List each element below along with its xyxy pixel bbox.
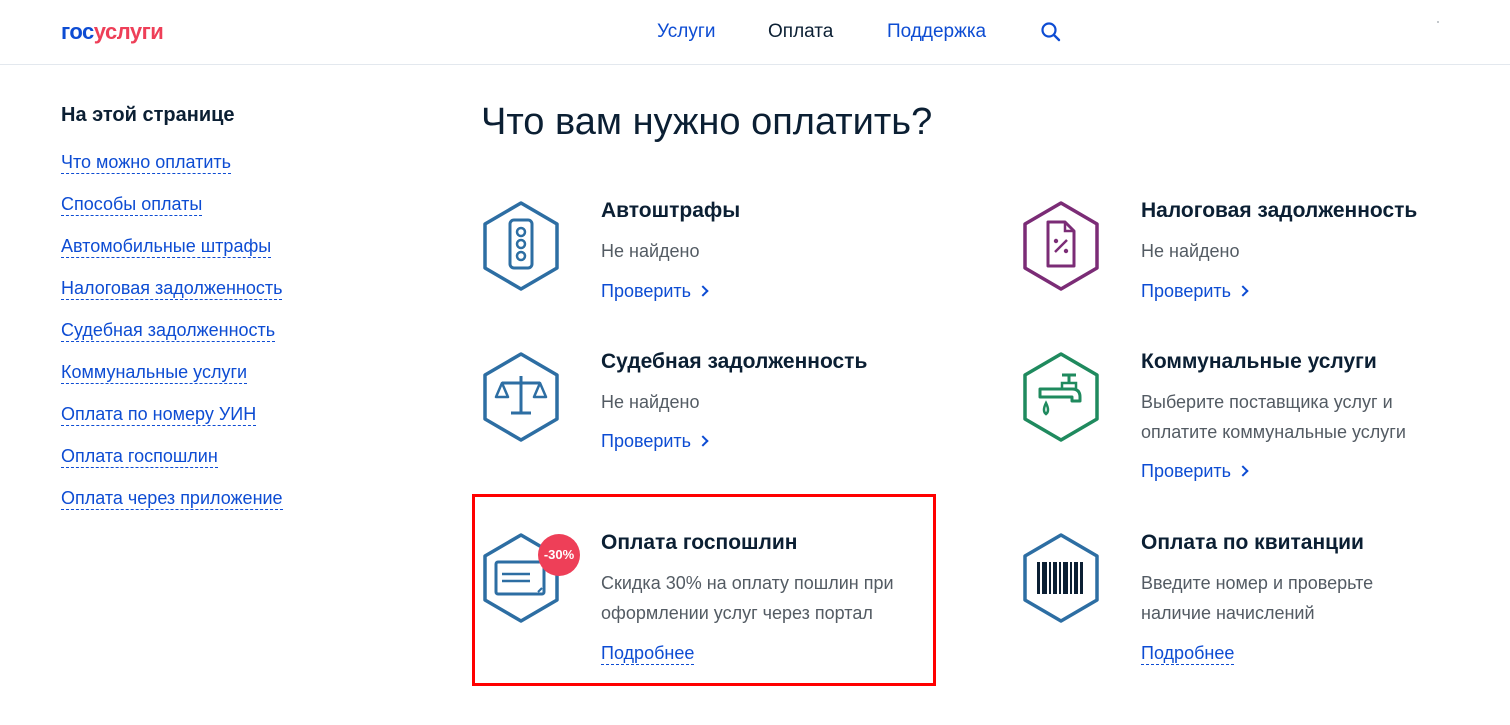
card-status-tax-debt: Не найдено bbox=[1141, 241, 1240, 261]
chevron-right-icon bbox=[1237, 285, 1249, 297]
sidebar-link-app-payment[interactable]: Оплата через приложение bbox=[61, 487, 283, 510]
sidebar-link-payment-methods[interactable]: Способы оплаты bbox=[61, 193, 203, 216]
check-tax-debt-link[interactable]: Проверить bbox=[1141, 281, 1249, 302]
card-desc-utilities-line1: Выберите поставщика услуг и bbox=[1141, 392, 1393, 412]
card-title-utilities: Коммунальные услуги bbox=[1141, 350, 1377, 373]
check-link-label: Проверить bbox=[601, 281, 692, 301]
card-title-tax-debt: Налоговая задолженность bbox=[1141, 199, 1418, 222]
check-court-debt-link[interactable]: Проверить bbox=[601, 431, 709, 452]
scales-icon bbox=[483, 352, 559, 442]
header: госуслуги Услуги Оплата Поддержка bbox=[0, 0, 1510, 65]
sidebar-link-uin-payment[interactable]: Оплата по номеру УИН bbox=[61, 403, 257, 426]
card-status-court-debt: Не найдено bbox=[601, 392, 700, 412]
chevron-right-icon bbox=[1237, 465, 1249, 477]
check-link-label: Проверить bbox=[1141, 281, 1232, 301]
card-title-state-fees: Оплата госпошлин bbox=[601, 531, 798, 554]
receipt-details-link[interactable]: Подробнее bbox=[1141, 642, 1235, 665]
chevron-right-icon bbox=[697, 435, 709, 447]
sidebar-link-car-fines[interactable]: Автомобильные штрафы bbox=[61, 235, 272, 258]
discount-badge: -30% bbox=[538, 534, 580, 576]
card-desc-receipt-line2: наличие начислений bbox=[1141, 603, 1315, 623]
check-link-label: Проверить bbox=[601, 431, 692, 451]
sidebar-link-what-to-pay[interactable]: Что можно оплатить bbox=[61, 151, 232, 174]
sidebar-link-court-debt[interactable]: Судебная задолженность bbox=[61, 319, 276, 342]
card-desc-state-fees-line2: оформлении услуг через портал bbox=[601, 603, 873, 623]
logo-part-gos: гос bbox=[61, 19, 94, 44]
check-car-fines-link[interactable]: Проверить bbox=[601, 281, 709, 302]
card-title-car-fines: Автоштрафы bbox=[601, 199, 741, 222]
sidebar-link-state-fees[interactable]: Оплата госпошлин bbox=[61, 445, 218, 468]
traffic-light-icon bbox=[483, 201, 559, 291]
nav-payment[interactable]: Оплата bbox=[768, 21, 833, 43]
card-desc-receipt-line1: Введите номер и проверьте bbox=[1141, 573, 1374, 593]
gosuslugi-logo[interactable]: госуслуги bbox=[61, 19, 164, 45]
search-icon[interactable] bbox=[1040, 21, 1062, 43]
sidebar-link-utilities[interactable]: Коммунальные услуги bbox=[61, 361, 248, 384]
check-link-label: Проверить bbox=[1141, 461, 1232, 481]
card-status-car-fines: Не найдено bbox=[601, 241, 700, 261]
logo-part-uslugi: услуги bbox=[93, 19, 164, 44]
nav-support[interactable]: Поддержка bbox=[887, 21, 986, 43]
water-tap-icon bbox=[1023, 352, 1099, 442]
tax-document-icon bbox=[1023, 201, 1099, 291]
nav-services[interactable]: Услуги bbox=[657, 21, 715, 43]
barcode-icon bbox=[1023, 533, 1099, 623]
state-fees-details-link[interactable]: Подробнее bbox=[601, 642, 695, 665]
card-desc-state-fees-line1: Скидка 30% на оплату пошлин при bbox=[601, 573, 894, 593]
header-dot bbox=[1437, 21, 1439, 23]
sidebar-title: На этой странице bbox=[61, 104, 235, 126]
card-title-receipt-payment: Оплата по квитанции bbox=[1141, 531, 1364, 554]
card-desc-utilities-line2: оплатите коммунальные услуги bbox=[1141, 422, 1406, 442]
page-title: Что вам нужно оплатить? bbox=[481, 101, 933, 143]
check-utilities-link[interactable]: Проверить bbox=[1141, 461, 1249, 482]
card-title-court-debt: Судебная задолженность bbox=[601, 350, 868, 373]
sidebar-link-tax-debt[interactable]: Налоговая задолженность bbox=[61, 277, 283, 300]
chevron-right-icon bbox=[697, 285, 709, 297]
